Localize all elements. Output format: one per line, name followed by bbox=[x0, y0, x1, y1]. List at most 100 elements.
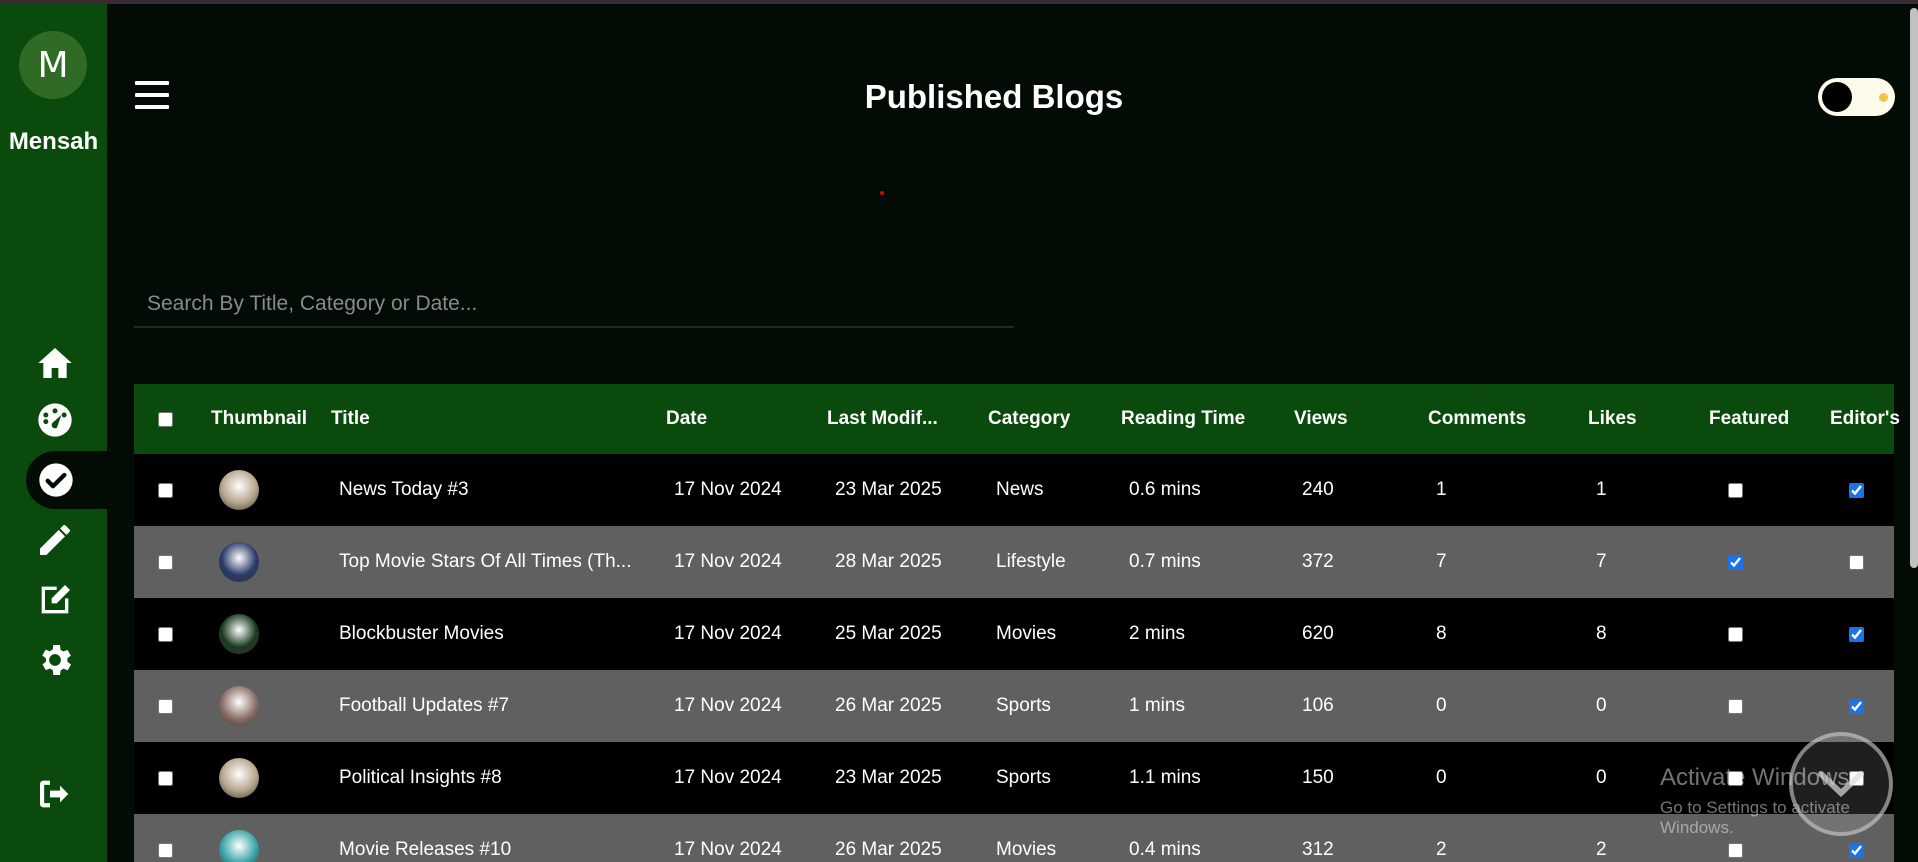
col-category[interactable]: Category bbox=[988, 384, 1070, 454]
table-row[interactable]: News Today #3 17 Nov 2024 23 Mar 2025 News 0… bbox=[134, 454, 1894, 526]
page-title: Published Blogs bbox=[864, 78, 1124, 115]
editors-pick-checkbox[interactable] bbox=[1849, 698, 1864, 714]
featured-cell bbox=[1728, 526, 1743, 598]
editors-pick-checkbox[interactable] bbox=[1849, 482, 1864, 498]
sidebar: M Mensah bbox=[0, 4, 121, 862]
cell-date: 17 Nov 2024 bbox=[674, 767, 782, 788]
cell-views: 150 bbox=[1302, 767, 1334, 788]
featured-checkbox[interactable] bbox=[1728, 626, 1743, 642]
cell-modified: 25 Mar 2025 bbox=[835, 623, 942, 644]
table-row[interactable]: Blockbuster Movies 17 Nov 2024 25 Mar 2025… bbox=[134, 598, 1894, 670]
thumbnail-image bbox=[219, 542, 259, 582]
cell-comments: 8 bbox=[1436, 623, 1447, 644]
row-select-checkbox[interactable] bbox=[158, 482, 173, 498]
row-select-checkbox[interactable] bbox=[158, 698, 173, 714]
col-date[interactable]: Date bbox=[666, 384, 707, 454]
toggle-knob bbox=[1822, 82, 1852, 112]
thumbnail-image bbox=[219, 686, 259, 726]
thumbnail-image bbox=[219, 614, 259, 654]
avatar[interactable]: M bbox=[19, 31, 87, 99]
home-icon bbox=[38, 348, 72, 378]
featured-cell bbox=[1728, 742, 1743, 814]
cell-likes: 2 bbox=[1596, 839, 1607, 860]
col-reading-time[interactable]: Reading Time bbox=[1121, 384, 1245, 454]
col-likes[interactable]: Likes bbox=[1588, 384, 1637, 454]
cell-date: 17 Nov 2024 bbox=[674, 839, 782, 860]
table-row[interactable]: Football Updates #7 17 Nov 2024 26 Mar 202… bbox=[134, 670, 1894, 742]
cell-likes: 7 bbox=[1596, 551, 1607, 572]
col-editors[interactable]: Editor's bbox=[1830, 384, 1900, 454]
cell-comments: 7 bbox=[1436, 551, 1447, 572]
featured-checkbox[interactable] bbox=[1728, 698, 1743, 714]
featured-cell bbox=[1728, 814, 1743, 862]
cell-views: 372 bbox=[1302, 551, 1334, 572]
loading-indicator bbox=[880, 191, 884, 195]
editors-pick-checkbox[interactable] bbox=[1849, 842, 1864, 858]
row-select-checkbox[interactable] bbox=[158, 554, 173, 570]
cell-reading-time: 0.7 mins bbox=[1129, 551, 1201, 572]
cell-views: 106 bbox=[1302, 695, 1334, 716]
row-select-cell bbox=[158, 598, 173, 670]
col-thumbnail[interactable]: Thumbnail bbox=[211, 384, 307, 454]
cell-views: 312 bbox=[1302, 839, 1334, 860]
col-featured[interactable]: Featured bbox=[1709, 384, 1789, 454]
col-last-modified[interactable]: Last Modif... bbox=[827, 384, 938, 454]
nav-edit[interactable] bbox=[0, 571, 107, 629]
editors-pick-cell bbox=[1849, 598, 1864, 670]
thumbnail-image bbox=[219, 758, 259, 798]
cell-title[interactable]: Political Insights #8 bbox=[339, 742, 502, 814]
col-views[interactable]: Views bbox=[1294, 384, 1348, 454]
cell-views: 620 bbox=[1302, 623, 1334, 644]
cell-modified: 26 Mar 2025 bbox=[835, 695, 942, 716]
blogs-table: Thumbnail Title Date Last Modif... Categ… bbox=[134, 384, 1900, 862]
select-all-checkbox[interactable] bbox=[158, 411, 173, 427]
row-select-cell bbox=[158, 454, 173, 526]
cell-modified: 26 Mar 2025 bbox=[835, 839, 942, 860]
cell-title[interactable]: Movie Releases #10 bbox=[339, 814, 511, 862]
row-select-checkbox[interactable] bbox=[158, 842, 173, 858]
row-select-checkbox[interactable] bbox=[158, 626, 173, 642]
cell-comments: 2 bbox=[1436, 839, 1447, 860]
nav-dashboard[interactable] bbox=[0, 391, 107, 449]
cell-category: Sports bbox=[996, 695, 1051, 716]
cell-category: Sports bbox=[996, 767, 1051, 788]
table-row[interactable]: Top Movie Stars Of All Times (Th... 17 No… bbox=[134, 526, 1894, 598]
cell-title[interactable]: Blockbuster Movies bbox=[339, 598, 504, 670]
row-select-cell bbox=[158, 814, 173, 862]
nav-logout[interactable] bbox=[0, 765, 107, 823]
thumbnail-cell bbox=[219, 814, 259, 862]
search-input[interactable] bbox=[134, 282, 1014, 328]
cell-date: 17 Nov 2024 bbox=[674, 479, 782, 500]
nav-write[interactable] bbox=[0, 511, 107, 569]
featured-checkbox[interactable] bbox=[1728, 842, 1743, 858]
cell-title[interactable]: Football Updates #7 bbox=[339, 670, 509, 742]
sun-icon bbox=[1879, 93, 1888, 102]
col-title[interactable]: Title bbox=[331, 384, 370, 454]
featured-checkbox[interactable] bbox=[1728, 770, 1743, 786]
cell-title[interactable]: News Today #3 bbox=[339, 454, 469, 526]
scroll-down-button[interactable] bbox=[1789, 732, 1893, 836]
gear-icon bbox=[42, 645, 71, 675]
thumbnail-image bbox=[219, 470, 259, 510]
col-comments[interactable]: Comments bbox=[1428, 384, 1526, 454]
cell-comments: 0 bbox=[1436, 767, 1447, 788]
cell-title[interactable]: Top Movie Stars Of All Times (Th... bbox=[339, 526, 631, 598]
nav-home[interactable] bbox=[0, 334, 107, 392]
featured-checkbox[interactable] bbox=[1728, 554, 1743, 570]
vertical-scrollbar[interactable] bbox=[1910, 8, 1918, 568]
table-row[interactable]: Political Insights #8 17 Nov 2024 23 Mar 2… bbox=[134, 742, 1894, 814]
cell-category: Movies bbox=[996, 839, 1057, 860]
chevron-down-icon bbox=[1818, 771, 1864, 798]
row-select-checkbox[interactable] bbox=[158, 770, 173, 786]
cell-likes: 8 bbox=[1596, 623, 1607, 644]
cell-date: 17 Nov 2024 bbox=[674, 695, 782, 716]
thumbnail-cell bbox=[219, 598, 259, 670]
featured-checkbox[interactable] bbox=[1728, 482, 1743, 498]
theme-toggle[interactable] bbox=[1818, 78, 1895, 116]
editors-pick-checkbox[interactable] bbox=[1849, 554, 1864, 570]
table-row[interactable]: Movie Releases #10 17 Nov 2024 26 Mar 2025… bbox=[134, 814, 1894, 862]
dashboard-icon bbox=[38, 403, 72, 437]
editors-pick-cell bbox=[1849, 526, 1864, 598]
editors-pick-checkbox[interactable] bbox=[1849, 626, 1864, 642]
nav-settings[interactable] bbox=[0, 631, 107, 689]
